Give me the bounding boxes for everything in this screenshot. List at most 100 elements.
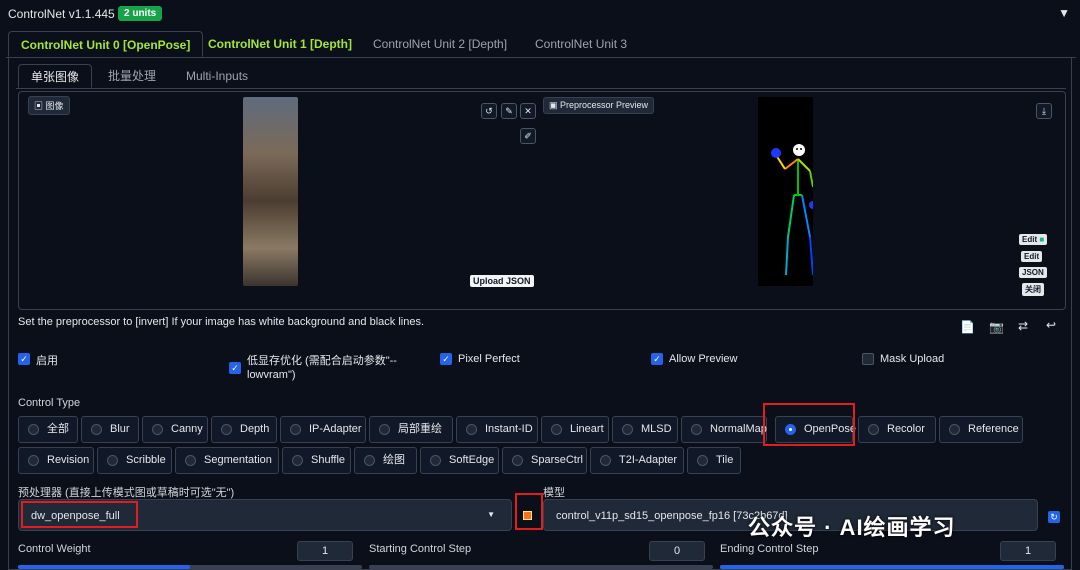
radio-dot [290,424,301,435]
radio-dot [107,455,118,466]
control-type-canny[interactable]: Canny [142,416,208,443]
notes-icon[interactable]: 📄 [960,320,975,334]
control-weight-input[interactable]: 1 [297,541,353,561]
radio-dot [691,424,702,435]
pen-icon[interactable]: ✐ [520,128,536,144]
control-type-depth[interactable]: Depth [211,416,277,443]
chevron-down-icon: ▼ [487,510,495,519]
palette-icon: ■ [1039,235,1045,244]
tab-unit-1[interactable]: ControlNet Unit 1 [Depth] [196,31,364,57]
control-type-tile[interactable]: Tile [687,447,741,474]
input-image [243,97,298,286]
control-type-recolor[interactable]: Recolor [858,416,936,443]
collapse-icon[interactable]: ▼ [1058,6,1070,20]
edit-button[interactable]: Edit [1021,251,1043,262]
ending-step-input[interactable]: 1 [1000,541,1056,561]
ending-step-label: Ending Control Step [720,543,819,555]
pose-preview-image [758,97,817,286]
send-icon[interactable]: ↩ [1046,318,1056,332]
tab-unit-2[interactable]: ControlNet Unit 2 [Depth] [361,31,519,57]
radio-dot [949,424,960,435]
control-type-mlsd[interactable]: MLSD [612,416,678,443]
radio-dot [28,424,39,435]
refresh-icon[interactable]: ↻ [1048,511,1060,523]
tab-unit-0[interactable]: ControlNet Unit 0 [OpenPose] [8,31,204,57]
starting-step-label: Starting Control Step [369,543,472,555]
edit-color-button[interactable]: Edit ■ [1019,234,1048,245]
control-type-scribble[interactable]: Scribble [97,447,172,474]
allow-preview-checkbox[interactable]: ✓ [651,353,663,365]
pixel-perfect-checkbox[interactable]: ✓ [440,353,452,365]
control-weight-label: Control Weight [18,543,91,555]
control-type-t2i-adapter[interactable]: T2I-Adapter [590,447,684,474]
image-icon: ▣ [34,101,46,111]
mask-upload-checkbox[interactable] [862,353,874,365]
lowvram-label-line1: 低显存优化 (需配合启动参数"-- [247,355,397,367]
control-type-sparsectrl[interactable]: SparseCtrl [502,447,587,474]
tab-unit-3[interactable]: ControlNet Unit 3 [523,31,639,57]
enable-checkbox[interactable]: ✓ [18,353,30,365]
radio-dot [551,424,562,435]
tab-batch[interactable]: 批量处理 [96,64,168,88]
control-type-normalmap[interactable]: NormalMap [681,416,767,443]
radio-dot [292,455,303,466]
control-weight-slider[interactable] [18,565,362,569]
radio-dot [512,455,523,466]
upload-json-button[interactable]: Upload JSON [470,275,534,287]
image-input-area[interactable] [18,91,1066,310]
ending-step-slider[interactable] [720,565,1064,569]
explosion-icon[interactable] [523,511,532,520]
control-type-softedge[interactable]: SoftEdge [420,447,499,474]
reset-icon[interactable]: ↺ [481,103,497,119]
download-icon[interactable]: ⤓ [1036,103,1052,119]
brush-icon[interactable]: ✎ [501,103,517,119]
radio-dot [91,424,102,435]
starting-step-slider[interactable] [369,565,713,569]
radio-dot [622,424,633,435]
radio-dot [185,455,196,466]
pose-skeleton [771,144,817,276]
openpose-highlight [763,403,855,446]
swap-icon[interactable]: ⇄ [1018,319,1028,333]
json-button[interactable]: JSON [1019,267,1047,278]
control-type-blur[interactable]: Blur [81,416,139,443]
units-badge: 2 units [118,6,163,21]
invert-hint: Set the preprocessor to [invert] If your… [18,316,424,328]
controlnet-title: ControlNet v1.1.445 [8,7,115,21]
model-label: 模型 [543,487,565,499]
control-type-inpaint[interactable]: 局部重绘 [369,416,453,443]
pixel-perfect-label: Pixel Perfect [458,353,520,365]
close-icon[interactable]: ✕ [520,103,536,119]
control-type-segmentation[interactable]: Segmentation [175,447,279,474]
starting-step-input[interactable]: 0 [649,541,705,561]
preprocessor-highlight [21,501,138,528]
slider-fill [720,565,1064,569]
radio-dot [600,455,611,466]
control-type-lineart[interactable]: Lineart [541,416,609,443]
radio-dot [430,455,441,466]
unit-tab-bar: ControlNet Unit 0 [OpenPose] ControlNet … [6,31,1076,58]
lowvram-checkbox[interactable]: ✓ [229,362,241,374]
close-button[interactable]: 关闭 [1022,283,1044,296]
slider-fill [18,565,190,569]
enable-label: 启用 [36,355,58,367]
radio-dot [364,455,375,466]
control-type-ip-adapter[interactable]: IP-Adapter [280,416,366,443]
lowvram-label-line2: lowvram") [247,369,296,381]
control-type-revision[interactable]: Revision [18,447,94,474]
control-type-all[interactable]: 全部 [18,416,78,443]
allow-preview-label: Allow Preview [669,353,738,365]
watermark-text: 公众号 · AI绘画学习 [748,515,956,540]
radio-dot [466,424,477,435]
control-type-sketch[interactable]: 绘图 [354,447,417,474]
control-type-instant-id[interactable]: Instant-ID [456,416,538,443]
control-type-reference[interactable]: Reference [939,416,1023,443]
control-type-shuffle[interactable]: Shuffle [282,447,351,474]
tab-single-image[interactable]: 单张图像 [18,64,93,88]
camera-icon[interactable]: 📷 [989,320,1004,334]
image-icon: ▣ [549,100,561,110]
preprocessor-preview-chip: ▣ Preprocessor Preview [543,97,655,114]
radio-dot [868,424,879,435]
tab-multi-inputs[interactable]: Multi-Inputs [174,64,260,88]
input-mode-tab-bar: 单张图像 批量处理 Multi-Inputs [16,64,1066,89]
